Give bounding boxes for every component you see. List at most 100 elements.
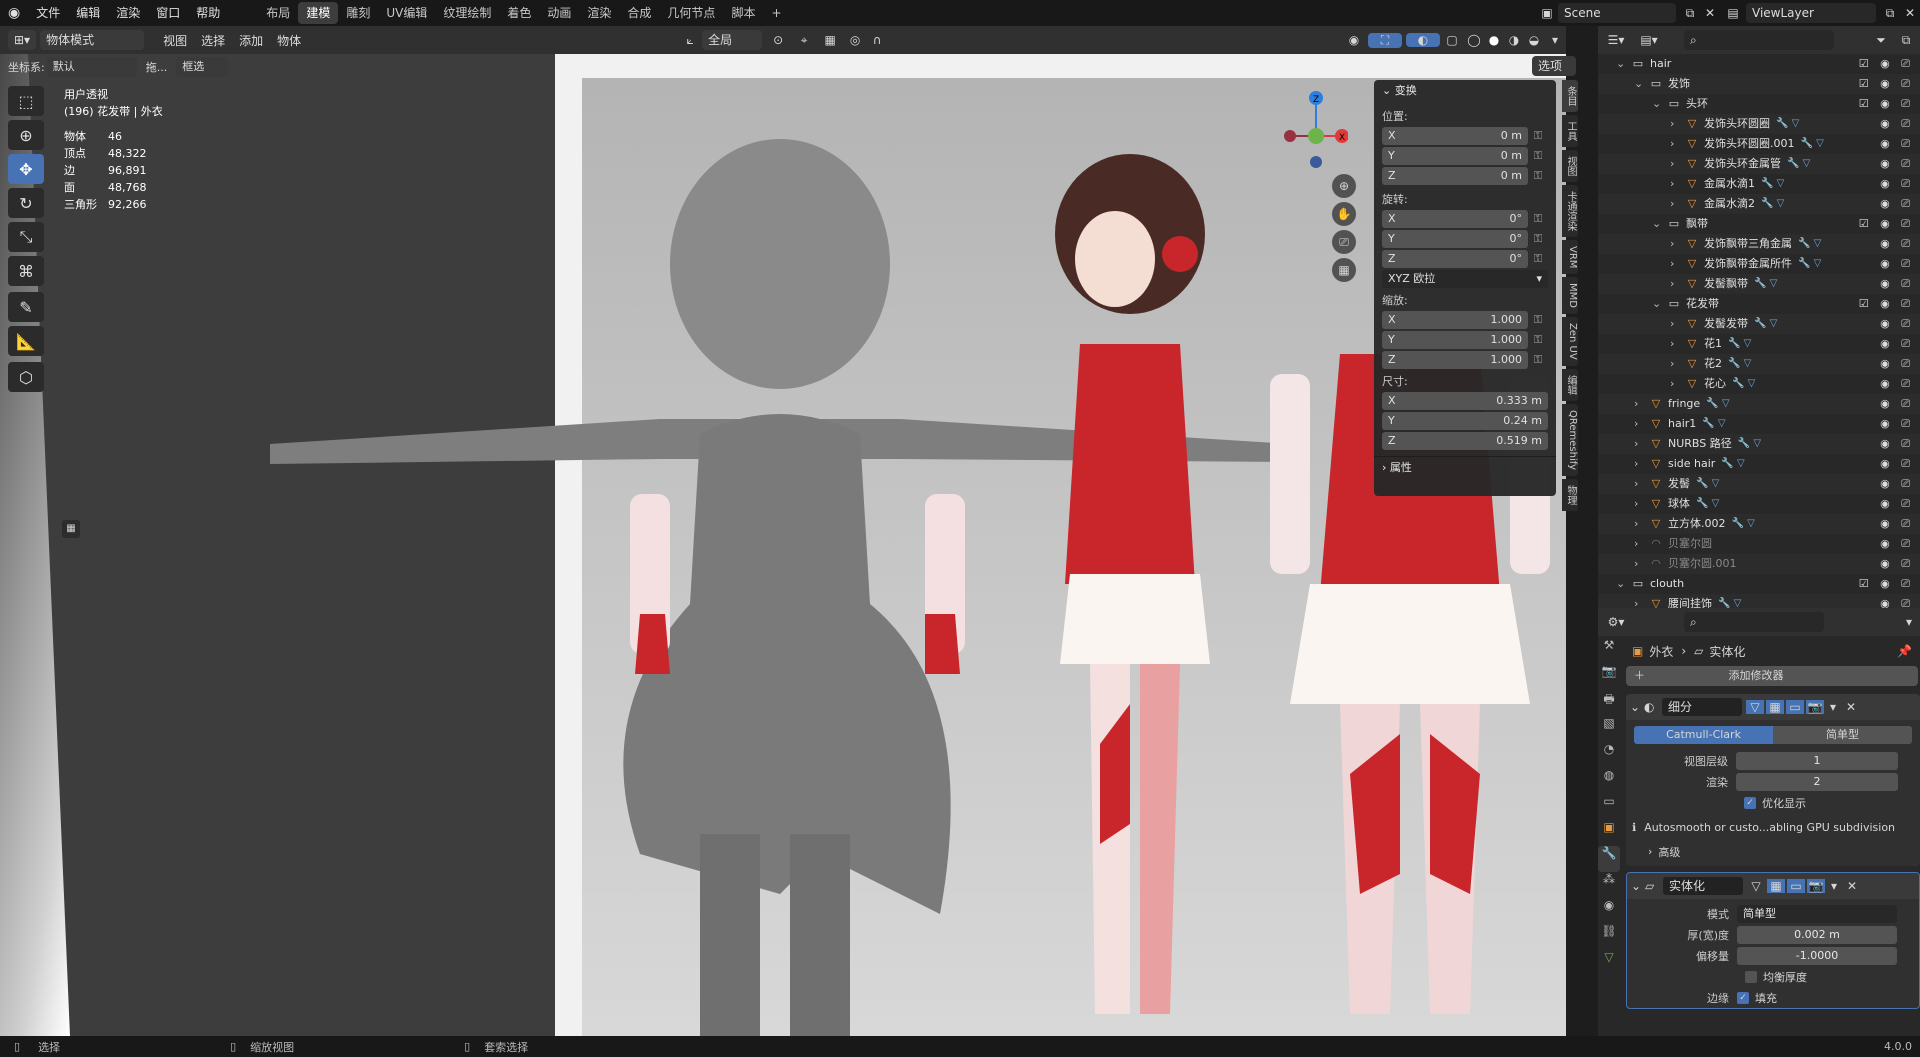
annotate-tool-icon[interactable]: ✎ — [8, 292, 44, 322]
object-tab-icon[interactable]: ▣ — [1598, 820, 1620, 846]
optimal-display-checkbox[interactable]: ✓ — [1744, 796, 1756, 809]
levels-viewport-field[interactable]: 1 — [1736, 751, 1898, 770]
tab-uv-editing[interactable]: UV编辑 — [378, 2, 435, 24]
tab-edit[interactable]: 编辑 — [1562, 369, 1578, 402]
outliner-row[interactable]: › ▽ hair1 🔧 ▽ ◉ ⎚ — [1598, 414, 1920, 434]
filter-icon[interactable]: ⏷ — [1870, 33, 1892, 48]
scale-z-field[interactable]: Z 1.000 ⚿ — [1382, 350, 1548, 369]
outliner-row[interactable]: ⌄ ▭ 头环 ☑ ◉ ⎚ — [1598, 94, 1920, 114]
modifier-tab-icon[interactable]: 🔧 — [1598, 846, 1620, 872]
outliner-row[interactable]: › ▽ 花1 🔧 ▽ ◉ ⎚ — [1598, 334, 1920, 354]
outliner-row[interactable]: ⌄ ▭ clouth ☑ ◉ ⎚ — [1598, 574, 1920, 594]
expand-icon[interactable]: ⌄ — [1652, 214, 1666, 234]
tab-geometry-nodes[interactable]: 几何节点 — [659, 2, 723, 24]
advanced-subpanel[interactable]: › 高级 — [1626, 841, 1920, 862]
output-tab-icon[interactable]: 🖶 — [1598, 690, 1620, 716]
expand-icon[interactable]: › — [1670, 354, 1684, 374]
rotation-x-field[interactable]: X 0° ⚿ — [1382, 209, 1548, 228]
tab-tool[interactable]: 工具 — [1562, 115, 1578, 147]
properties-header[interactable]: › 属性 — [1374, 456, 1556, 478]
cursor-tool-icon[interactable]: ⊕ — [8, 120, 44, 150]
expand-icon[interactable]: › — [1634, 494, 1648, 514]
dimensions-y-field[interactable]: Y 0.24 m — [1382, 411, 1548, 430]
options-button[interactable]: 选项 — [1532, 56, 1576, 76]
expand-icon[interactable]: › — [1634, 594, 1648, 608]
outliner-row[interactable]: › ▽ NURBS 路径 🔧 ▽ ◉ ⎚ — [1598, 434, 1920, 454]
menu-select[interactable]: 选择 — [194, 32, 232, 49]
scale-tool-icon[interactable]: ⤡ — [8, 222, 44, 252]
expand-icon[interactable]: › — [1670, 194, 1684, 214]
outliner-row[interactable]: › ◠ 贝塞尔圆.001 ◉ ⎚ — [1598, 554, 1920, 574]
ortho-toggle-icon[interactable]: ▦ — [1332, 258, 1356, 282]
expand-icon[interactable]: › — [1670, 114, 1684, 134]
location-x-field[interactable]: X0 m ⚿ — [1382, 126, 1548, 145]
outliner-row[interactable]: › ▽ 发饰头环圆圈 🔧 ▽ ◉ ⎚ — [1598, 114, 1920, 134]
offset-field[interactable]: -1.0000 — [1737, 946, 1897, 965]
collection-tab-icon[interactable]: ▭ — [1598, 794, 1620, 820]
transform-header[interactable]: ⌄ 变换 — [1374, 80, 1556, 102]
location-y-field[interactable]: Y0 m ⚿ — [1382, 146, 1548, 165]
overlay-toggle-icon[interactable]: ◐ — [1406, 33, 1440, 47]
camera-view-icon[interactable]: ⎚ — [1332, 230, 1356, 254]
outliner-row[interactable]: › ▽ 金属水滴1 🔧 ▽ ◉ ⎚ — [1598, 174, 1920, 194]
render-toggle-icon[interactable]: 📷 — [1806, 700, 1824, 714]
drag-select[interactable]: 拖... — [139, 59, 175, 75]
editmode-toggle-icon[interactable]: ▽ — [1746, 700, 1764, 714]
visibility-icon[interactable]: ☑ ◉ ⎚ — [1859, 94, 1914, 114]
visibility-icon[interactable]: ◉ ⎚ — [1880, 514, 1914, 534]
data-tab-icon[interactable]: ▽ — [1598, 950, 1620, 976]
menu-window[interactable]: 窗口 — [148, 0, 188, 26]
expand-icon[interactable]: › — [1634, 534, 1648, 554]
tab-qremeshify[interactable]: QRemeshify — [1562, 404, 1578, 477]
snap-icon[interactable]: ⌖ — [792, 33, 816, 48]
visibility-icon[interactable]: ◉ ⎚ — [1880, 234, 1914, 254]
outliner-row[interactable]: › ▽ 发髻飘带 🔧 ▽ ◉ ⎚ — [1598, 274, 1920, 294]
menu-render[interactable]: 渲染 — [108, 0, 148, 26]
physics-tab-icon[interactable]: ◉ — [1598, 898, 1620, 924]
scale-y-field[interactable]: Y 1.000 ⚿ — [1382, 330, 1548, 349]
viewport-toggle-icon[interactable]: ▭ — [1786, 700, 1804, 714]
viewlayer-field[interactable]: ViewLayer — [1746, 3, 1876, 23]
falloff-icon[interactable]: ∩ — [866, 33, 888, 47]
expand-icon[interactable]: ⌄ — [1652, 94, 1666, 114]
pan-view-icon[interactable]: ✋ — [1332, 202, 1356, 226]
expand-icon[interactable]: ⌄ — [1616, 54, 1630, 74]
outliner-row[interactable]: › ▽ fringe 🔧 ▽ ◉ ⎚ — [1598, 394, 1920, 414]
blender-logo-icon[interactable]: ◉ — [0, 0, 28, 26]
expand-icon[interactable]: › — [1634, 394, 1648, 414]
location-z-field[interactable]: Z0 m ⚿ — [1382, 166, 1548, 185]
shading-material-icon[interactable]: ◑ — [1504, 33, 1524, 47]
expand-icon[interactable]: › — [1634, 474, 1648, 494]
visibility-icon[interactable]: ◉ ⎚ — [1880, 194, 1914, 214]
outliner-row[interactable]: › ▽ 花心 🔧 ▽ ◉ ⎚ — [1598, 374, 1920, 394]
menu-file[interactable]: 文件 — [28, 0, 68, 26]
proportional-edit-icon[interactable]: ◎ — [844, 33, 866, 47]
visibility-icon[interactable]: ◉ ⎚ — [1880, 454, 1914, 474]
visibility-icon[interactable]: ◉ ⎚ — [1880, 274, 1914, 294]
world-tab-icon[interactable]: ◍ — [1598, 768, 1620, 794]
expand-icon[interactable]: › — [1670, 154, 1684, 174]
mode-select[interactable]: 物体模式 — [40, 30, 145, 50]
outliner-row[interactable]: › ▽ 发饰飘带金属所件 🔧 ▽ ◉ ⎚ — [1598, 254, 1920, 274]
dimensions-z-field[interactable]: Z 0.519 m — [1382, 431, 1548, 450]
render-toggle-icon[interactable]: 📷 — [1807, 879, 1825, 893]
3d-viewport[interactable]: Z X ⊕ ✋ ⎚ ▦ ▦ — [0, 54, 1566, 1036]
cage-toggle-icon[interactable]: ▦ — [1767, 879, 1785, 893]
tab-toon[interactable]: 卡通渲染 — [1562, 185, 1578, 237]
pivot-icon[interactable]: ⊙ — [764, 33, 792, 47]
viewlayer-icon[interactable]: ▤ — [1720, 6, 1746, 20]
modifier-menu-icon[interactable]: ▾ — [1825, 879, 1843, 893]
modifier-menu-icon[interactable]: ▾ — [1824, 700, 1842, 714]
visibility-icon[interactable]: ◉ ⎚ — [1880, 254, 1914, 274]
properties-search-input[interactable]: ⌕ — [1684, 612, 1824, 632]
outliner-search-input[interactable]: ⌕ — [1684, 30, 1834, 50]
visibility-icon[interactable]: ◉ ⎚ — [1880, 334, 1914, 354]
visibility-icon[interactable]: ◉ ⎚ — [1880, 314, 1914, 334]
visibility-icon[interactable]: ◉ ⎚ — [1880, 554, 1914, 574]
tab-scripting[interactable]: 脚本 — [723, 2, 763, 24]
visibility-icon[interactable]: ◉ ⎚ — [1880, 494, 1914, 514]
measure-tool-icon[interactable]: 📐 — [8, 326, 44, 356]
scene-tab-icon[interactable]: ◔ — [1598, 742, 1620, 768]
menu-add[interactable]: 添加 — [232, 32, 270, 49]
expand-icon[interactable]: › — [1634, 434, 1648, 454]
